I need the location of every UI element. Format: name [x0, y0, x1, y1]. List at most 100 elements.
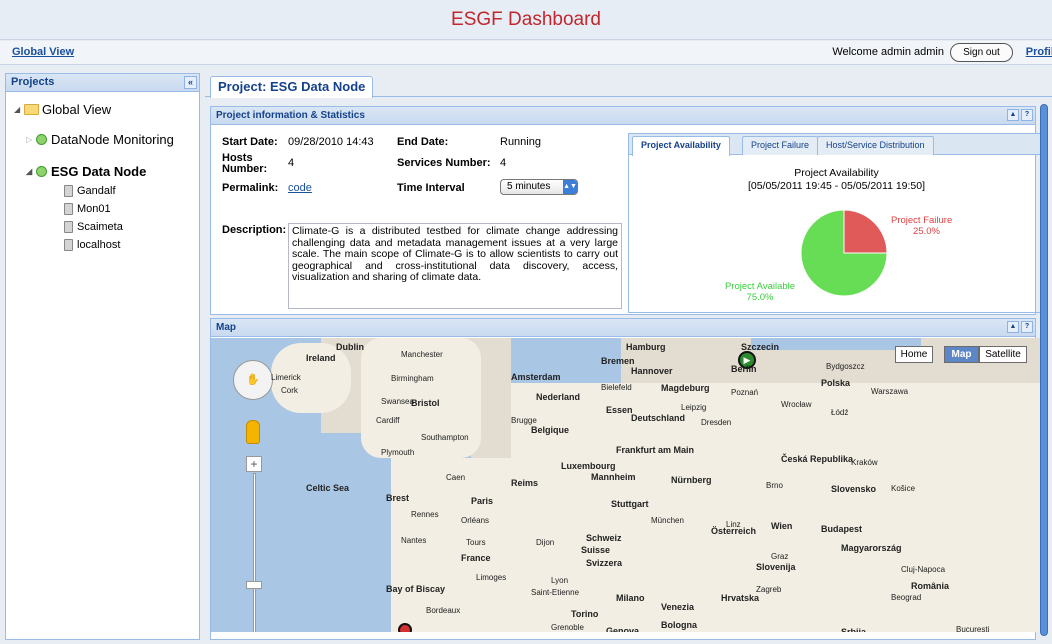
- map-panel: Map ▲ ? ✋ + Home Map Satellite ▶ Dublin I…: [210, 318, 1040, 640]
- map-city-label: Lyon: [551, 576, 569, 585]
- tree-node-global-view[interactable]: ◢ Global View: [14, 102, 111, 117]
- tab-project-esg-data-node[interactable]: Project: ESG Data Node: [210, 76, 374, 98]
- help-icon[interactable]: ?: [1021, 109, 1033, 121]
- map-city-label: Limerick: [271, 373, 301, 382]
- global-view-link[interactable]: Global View: [12, 46, 74, 58]
- status-ok-icon: [36, 166, 47, 177]
- zoom-slider[interactable]: [253, 473, 256, 632]
- map-city-label: Wien: [771, 521, 793, 531]
- collapse-up-icon[interactable]: ▲: [1007, 109, 1019, 121]
- pie-slice-name: Project Available: [725, 281, 795, 292]
- street-view-pegman-icon[interactable]: [246, 420, 260, 444]
- tree-host[interactable]: Gandalf: [64, 185, 116, 197]
- pie-slice-label: 75.0%: [747, 292, 774, 303]
- map-city-label: Česká Republika: [781, 454, 854, 464]
- zoom-slider-handle[interactable]: [246, 581, 262, 589]
- time-interval-select[interactable]: 5 minutes ▲▼: [500, 179, 578, 195]
- zoom-in-button[interactable]: +: [246, 456, 262, 472]
- map-home-button[interactable]: Home: [895, 346, 933, 363]
- start-date-label: Start Date:: [222, 136, 278, 148]
- map-city-label: Bremen: [601, 356, 635, 366]
- map-city-label: Brest: [386, 493, 410, 503]
- map-city-label: Graz: [771, 552, 789, 561]
- pie-slice: [843, 209, 888, 254]
- map-city-label: Magyarország: [841, 543, 902, 553]
- tree-host[interactable]: Mon01: [64, 203, 111, 215]
- map-city-label: Grenoble: [551, 623, 584, 632]
- app-title: ESGF Dashboard: [451, 9, 601, 30]
- map-city-label: Slovensko: [831, 484, 877, 494]
- tree-label: ESG Data Node: [51, 164, 147, 179]
- map-city-label: Budapest: [821, 524, 863, 534]
- tree-host[interactable]: localhost: [64, 239, 120, 251]
- map-city-label: Torino: [571, 609, 599, 619]
- map-type-map-button[interactable]: Map: [944, 346, 979, 363]
- continent-land: [391, 458, 1040, 632]
- map-city-label: Caen: [446, 473, 466, 482]
- map-city-label: Milano: [616, 593, 645, 603]
- map-city-label: Mannheim: [591, 472, 636, 482]
- map-city-label: Rennes: [411, 510, 439, 519]
- map-canvas[interactable]: ✋ + Home Map Satellite ▶ Dublin Ireland Li…: [211, 338, 1040, 632]
- info-panel-header: Project information & Statistics ▲ ?: [211, 107, 1035, 125]
- map-marker-red-icon[interactable]: [398, 623, 412, 632]
- map-city-label: Poznań: [731, 388, 759, 397]
- map-city-label: Paris: [471, 496, 494, 506]
- map-city-label: Limoges: [476, 573, 507, 582]
- map-city-label: Tours: [466, 538, 486, 547]
- map-city-label: Bydgoszcz: [826, 362, 865, 371]
- host-label: Mon01: [77, 203, 111, 215]
- tree-node-esg-data-node[interactable]: ◢ ESG Data Node: [26, 164, 146, 179]
- permalink-link[interactable]: code: [288, 182, 312, 194]
- map-city-label: Orléans: [461, 516, 490, 525]
- vertical-scrollbar[interactable]: [1040, 104, 1048, 636]
- projects-panel: Projects « ◢ Global View ▷ DataNode Moni…: [5, 73, 200, 640]
- tree-label: DataNode Monitoring: [51, 132, 174, 147]
- sign-out-button[interactable]: Sign out: [950, 43, 1013, 62]
- tree-host[interactable]: Scaimeta: [64, 221, 123, 233]
- map-city-label: Belgique: [531, 425, 570, 435]
- map-city-label: München: [651, 516, 684, 525]
- time-interval-label: Time Interval: [397, 182, 465, 194]
- expand-arrow-icon[interactable]: ◢: [14, 105, 24, 114]
- map-city-label: Leipzig: [681, 403, 707, 412]
- map-city-label: Beograd: [891, 593, 922, 602]
- profile-link[interactable]: Profile: [1026, 46, 1052, 58]
- tab-project-failure[interactable]: Project Failure: [742, 136, 819, 155]
- nav-bar: Global View Welcome admin admin Sign out…: [0, 41, 1052, 65]
- tab-project-availability[interactable]: Project Availability: [632, 136, 730, 156]
- start-date-value: 09/28/2010 14:43: [288, 136, 374, 148]
- collapsed-arrow-icon[interactable]: ▷: [26, 135, 36, 144]
- tab-host-service-distribution[interactable]: Host/Service Distribution: [817, 136, 934, 155]
- continent-land-north: [511, 383, 1040, 463]
- map-city-label: Southampton: [421, 433, 469, 442]
- collapse-icon[interactable]: «: [184, 76, 197, 89]
- host-label: localhost: [77, 239, 121, 251]
- main-tabstrip: Project: ESG Data Node: [205, 73, 1052, 98]
- time-interval-value: 5 minutes: [507, 181, 551, 192]
- map-city-label: Saint-Etienne: [531, 588, 580, 597]
- map-city-label: Hannover: [631, 366, 673, 376]
- map-city-label: Suisse: [581, 545, 611, 555]
- help-icon[interactable]: ?: [1021, 321, 1033, 333]
- map-city-label: Bielefeld: [601, 383, 632, 392]
- map-type-satellite-button[interactable]: Satellite: [979, 346, 1027, 363]
- services-label: Services Number:: [397, 157, 491, 169]
- map-city-label: Bucureşti: [956, 625, 990, 632]
- map-city-label: Łódź: [831, 408, 849, 417]
- expand-arrow-icon[interactable]: ◢: [26, 167, 36, 176]
- map-city-label: Ireland: [306, 353, 336, 363]
- pan-control[interactable]: ✋: [233, 360, 273, 400]
- map-city-label: Dijon: [536, 538, 555, 547]
- map-city-label: Slovenija: [756, 562, 796, 572]
- map-city-label: Birmingham: [391, 374, 434, 383]
- map-city-label: Plymouth: [381, 448, 415, 457]
- projects-header: Projects «: [6, 74, 199, 92]
- folder-icon: [24, 104, 39, 115]
- server-icon: [64, 239, 73, 251]
- end-date-label: End Date:: [397, 136, 449, 148]
- map-panel-title: Map: [216, 322, 236, 333]
- map-city-label: Frankfurt am Main: [616, 445, 695, 455]
- tree-node-datanode-monitoring[interactable]: ▷ DataNode Monitoring: [26, 132, 174, 147]
- collapse-up-icon[interactable]: ▲: [1007, 321, 1019, 333]
